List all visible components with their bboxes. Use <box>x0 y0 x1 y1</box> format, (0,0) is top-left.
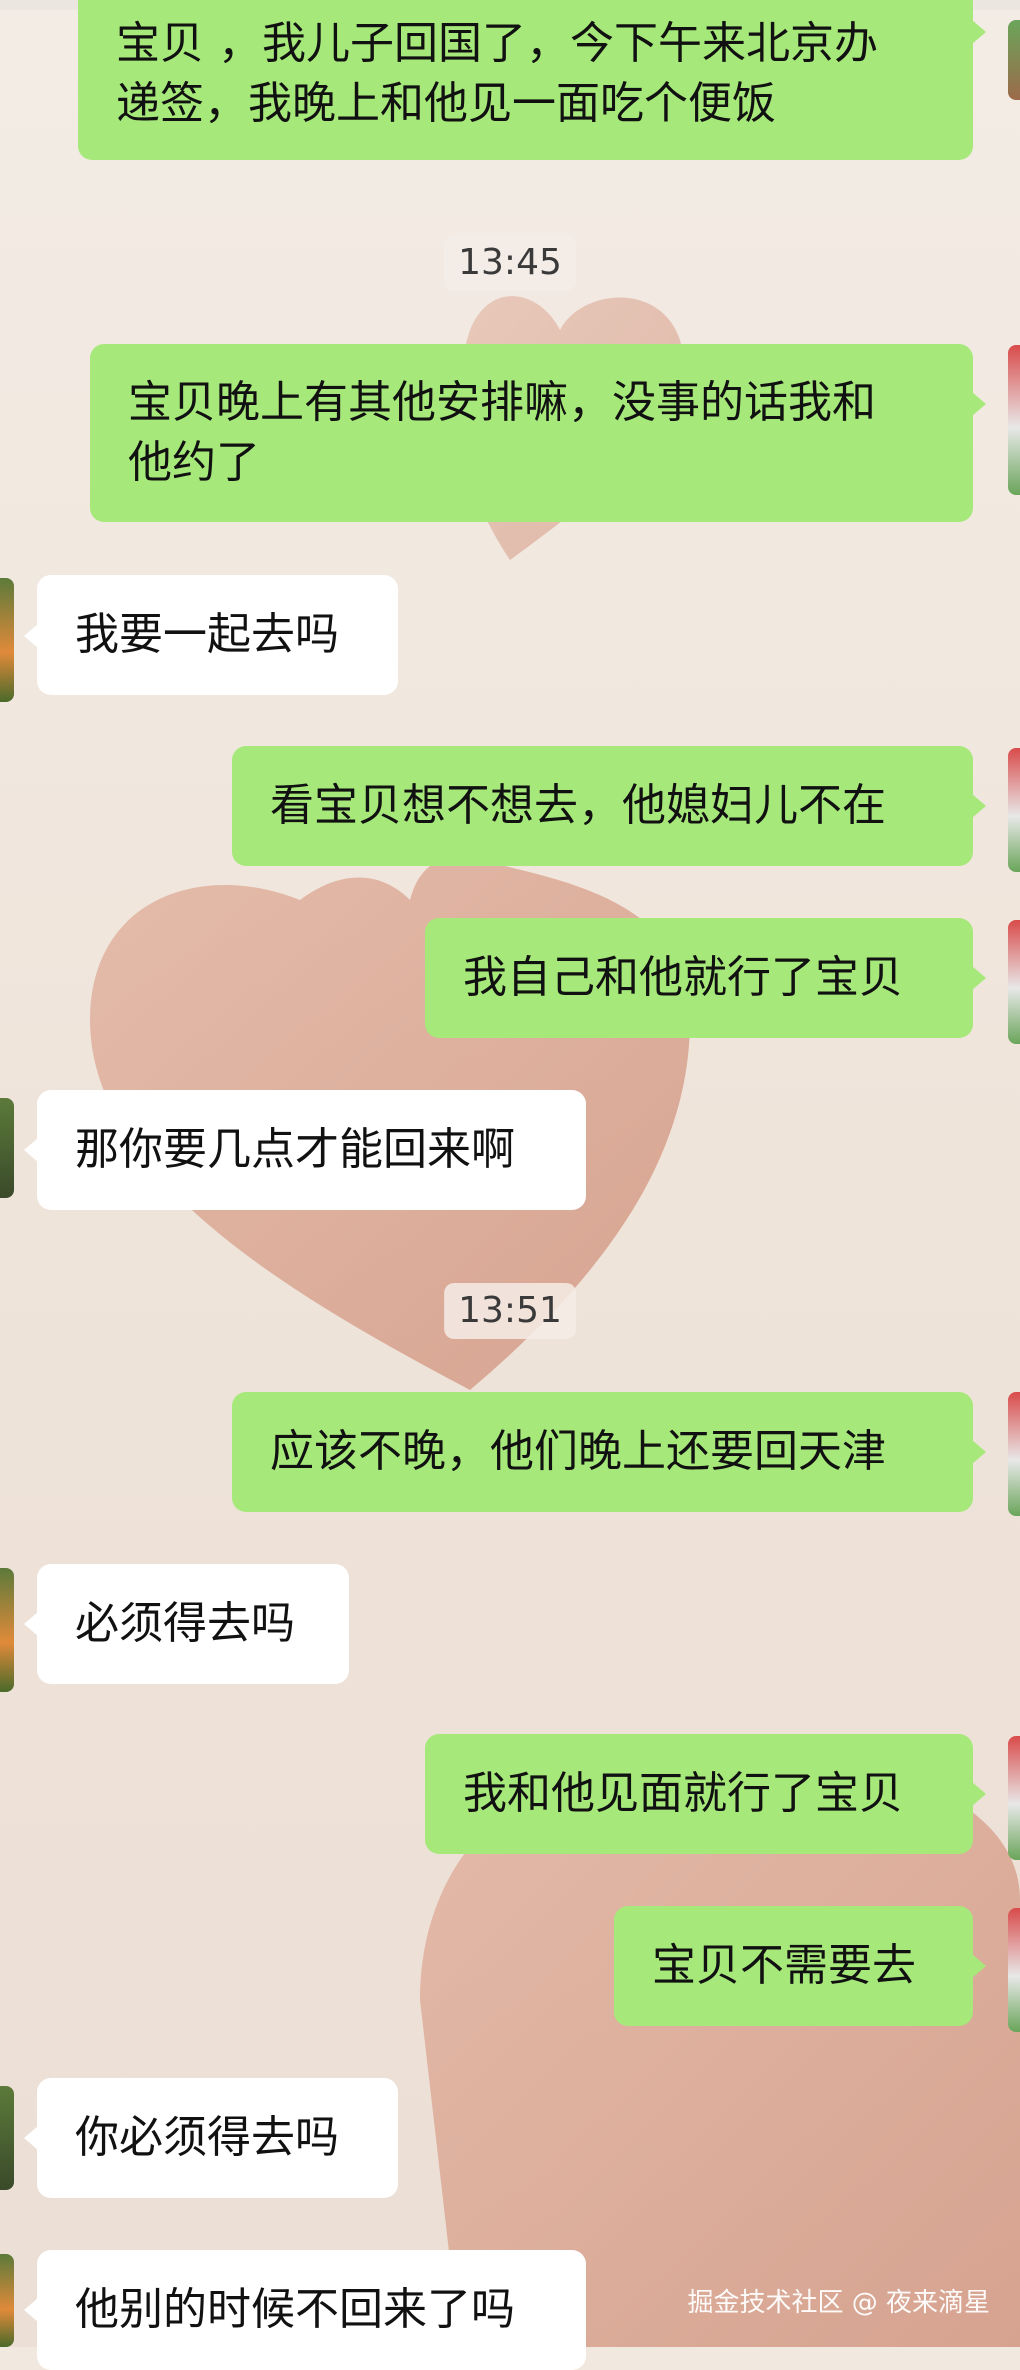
bubble-tail <box>972 20 986 44</box>
contact-avatar[interactable] <box>0 2254 14 2347</box>
bubble-tail <box>972 1954 986 1978</box>
bubble-tail <box>972 392 986 416</box>
outgoing-message[interactable]: 我自己和他就行了宝贝 <box>425 918 973 1038</box>
contact-avatar[interactable] <box>0 1098 14 1198</box>
incoming-message[interactable]: 那你要几点才能回来啊 <box>37 1090 586 1210</box>
bubble-tail <box>24 1612 38 1636</box>
incoming-message[interactable]: 我要一起去吗 <box>37 575 398 695</box>
self-avatar[interactable] <box>1008 1908 1020 2032</box>
incoming-message[interactable]: 你必须得去吗 <box>37 2078 398 2198</box>
bubble-tail <box>24 2126 38 2150</box>
bubble-tail <box>972 794 986 818</box>
bubble-tail <box>24 2298 38 2322</box>
outgoing-message[interactable]: 宝贝 ，我儿子回国了，今下午来北京办 递签，我晚上和他见一面吃个便饭 <box>78 0 973 160</box>
bubble-tail <box>24 1138 38 1162</box>
bubble-tail <box>972 1440 986 1464</box>
self-avatar[interactable] <box>1008 20 1020 100</box>
self-avatar[interactable] <box>1008 1736 1020 1860</box>
bubble-tail <box>24 624 38 648</box>
bubble-tail <box>972 966 986 990</box>
contact-avatar[interactable] <box>0 1568 14 1692</box>
watermark: 掘金技术社区 @ 夜来滴星 <box>687 2288 990 2318</box>
timestamp: 13:51 <box>444 1283 576 1339</box>
bubble-tail <box>972 1782 986 1806</box>
chat-thread: 宝贝 ，我儿子回国了，今下午来北京办 递签，我晚上和他见一面吃个便饭 13:45… <box>0 0 1020 2370</box>
self-avatar[interactable] <box>1008 748 1020 872</box>
self-avatar[interactable] <box>1008 1392 1020 1516</box>
outgoing-message[interactable]: 应该不晚，他们晚上还要回天津 <box>232 1392 973 1512</box>
contact-avatar[interactable] <box>0 578 14 702</box>
timestamp: 13:45 <box>444 235 576 291</box>
incoming-message[interactable]: 必须得去吗 <box>37 1564 349 1684</box>
outgoing-message[interactable]: 看宝贝想不想去，他媳妇儿不在 <box>232 746 973 866</box>
outgoing-message[interactable]: 宝贝不需要去 <box>614 1906 973 2026</box>
self-avatar[interactable] <box>1008 920 1020 1044</box>
outgoing-message[interactable]: 我和他见面就行了宝贝 <box>425 1734 973 1854</box>
self-avatar[interactable] <box>1008 345 1020 495</box>
outgoing-message[interactable]: 宝贝晚上有其他安排嘛，没事的话我和 他约了 <box>90 344 973 522</box>
incoming-message[interactable]: 他别的时候不回来了吗 <box>37 2250 586 2370</box>
contact-avatar[interactable] <box>0 2086 14 2190</box>
